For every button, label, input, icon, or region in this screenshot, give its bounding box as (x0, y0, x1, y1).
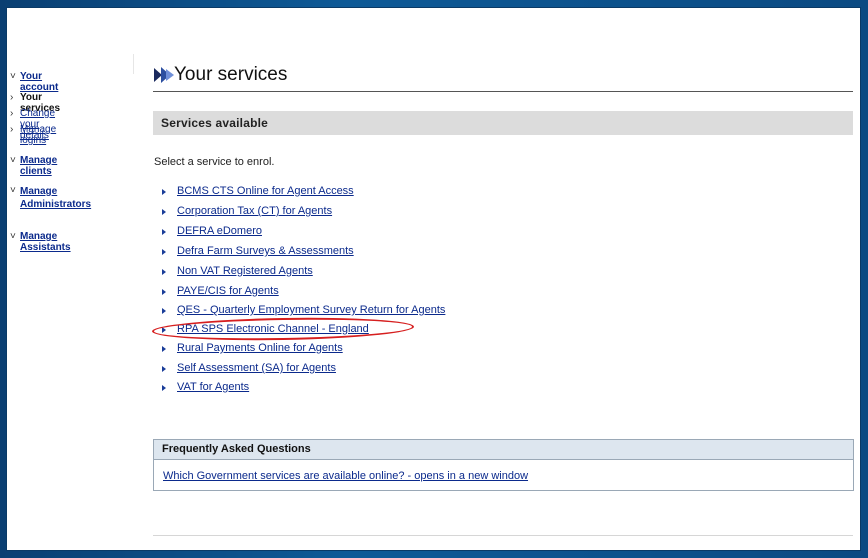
list-item: QES - Quarterly Employment Survey Return… (162, 304, 522, 320)
list-item: Defra Farm Surveys & Assessments (162, 245, 522, 261)
bullet-arrow-icon (162, 385, 166, 391)
list-item: Self Assessment (SA) for Agents (162, 362, 522, 378)
service-link[interactable]: Non VAT Registered Agents (177, 265, 313, 277)
services-section-header: Services available (153, 111, 853, 135)
service-link[interactable]: QES - Quarterly Employment Survey Return… (177, 304, 445, 316)
bullet-arrow-icon (162, 327, 166, 333)
service-link[interactable]: DEFRA eDomero (177, 225, 262, 237)
intro-text: Select a service to enrol. (154, 156, 275, 168)
chevron-down-icon: ˅ (10, 185, 16, 196)
service-link-highlighted[interactable]: RPA SPS Electronic Channel - England (177, 323, 369, 335)
faq-link[interactable]: Which Government services are available … (163, 470, 528, 482)
sidebar-link-manage-administrators[interactable]: Manage Administrators (20, 185, 91, 211)
list-item: RPA SPS Electronic Channel - England (162, 323, 522, 339)
list-item: Corporation Tax (CT) for Agents (162, 205, 522, 221)
bullet-arrow-icon (162, 366, 166, 372)
chevron-right-icon: › (10, 124, 14, 135)
service-link[interactable]: PAYE/CIS for Agents (177, 285, 279, 297)
list-item: BCMS CTS Online for Agent Access (162, 185, 522, 201)
title-divider (153, 91, 853, 92)
service-link[interactable]: Defra Farm Surveys & Assessments (177, 245, 354, 257)
chevron-down-icon: ˅ (10, 71, 16, 82)
bullet-arrow-icon (162, 229, 166, 235)
bullet-arrow-icon (162, 249, 166, 255)
service-link[interactable]: Rural Payments Online for Agents (177, 342, 343, 354)
bullet-arrow-icon (162, 346, 166, 352)
services-section-title: Services available (161, 116, 269, 130)
bullet-arrow-icon (162, 308, 166, 314)
sidebar-link-manage-logins[interactable]: Manage logins (20, 124, 56, 146)
service-link[interactable]: Self Assessment (SA) for Agents (177, 362, 336, 374)
list-item: DEFRA eDomero (162, 225, 522, 241)
sidebar-label-administrators: Administrators (20, 199, 92, 210)
service-link[interactable]: Corporation Tax (CT) for Agents (177, 205, 332, 217)
chevron-right-icon: › (10, 108, 14, 119)
list-item: Non VAT Registered Agents (162, 265, 522, 281)
bullet-arrow-icon (162, 189, 166, 195)
service-link[interactable]: VAT for Agents (177, 381, 249, 393)
bullet-arrow-icon (162, 269, 166, 275)
list-item: PAYE/CIS for Agents (162, 285, 522, 301)
page-content: ˅ Your account › Your services › Change … (6, 7, 861, 551)
sidebar-link-your-account[interactable]: Your account (20, 71, 58, 93)
sidebar-divider (133, 54, 134, 74)
faq-header: Frequently Asked Questions (154, 440, 853, 460)
faq-title: Frequently Asked Questions (162, 443, 311, 455)
double-arrow-icon (154, 67, 174, 83)
service-link[interactable]: BCMS CTS Online for Agent Access (177, 185, 354, 197)
list-item: Rural Payments Online for Agents (162, 342, 522, 358)
sidebar-link-manage-clients[interactable]: Manage clients (20, 155, 57, 177)
faq-box: Frequently Asked Questions Which Governm… (153, 439, 854, 491)
chevron-down-icon: ˅ (10, 231, 16, 242)
bullet-arrow-icon (162, 209, 166, 215)
chevron-right-icon: › (10, 92, 14, 103)
list-item: VAT for Agents (162, 381, 522, 397)
bottom-divider (153, 535, 853, 536)
chevron-down-icon: ˅ (10, 155, 16, 166)
bullet-arrow-icon (162, 289, 166, 295)
sidebar-label-manage: Manage (20, 186, 58, 197)
sidebar-link-manage-assistants[interactable]: Manage Assistants (20, 231, 71, 253)
page-title: Your services (174, 64, 288, 85)
